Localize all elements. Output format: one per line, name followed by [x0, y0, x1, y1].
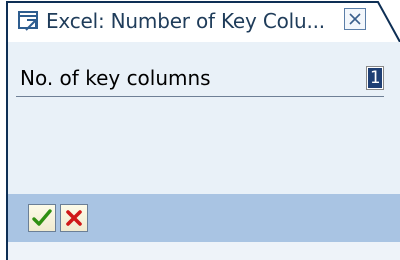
dialog: Excel: Number of Key Colu... No. of key … [0, 0, 400, 260]
window-icon [18, 11, 38, 31]
title-ellipsis: ... [306, 9, 325, 33]
close-icon [349, 13, 361, 25]
checkmark-icon [32, 209, 52, 226]
dialog-body: No. of key columns 1 [6, 42, 400, 260]
close-button[interactable] [344, 8, 366, 30]
cancel-x-icon [66, 210, 82, 226]
key-columns-value: 1 [368, 68, 382, 88]
button-toolbar [8, 194, 400, 242]
key-columns-label: No. of key columns [20, 66, 211, 90]
confirm-button[interactable] [28, 204, 56, 232]
window-title: Excel: Number of Key Colu... [46, 9, 325, 33]
status-strip [8, 242, 400, 260]
cancel-button[interactable] [60, 204, 88, 232]
key-columns-input[interactable]: 1 [366, 66, 384, 90]
window-title-text: Excel: Number of Key Colu [46, 9, 307, 33]
key-columns-row: No. of key columns 1 [16, 60, 384, 97]
title-content: Excel: Number of Key Colu... [16, 6, 325, 36]
title-bar: Excel: Number of Key Colu... [6, 0, 400, 42]
